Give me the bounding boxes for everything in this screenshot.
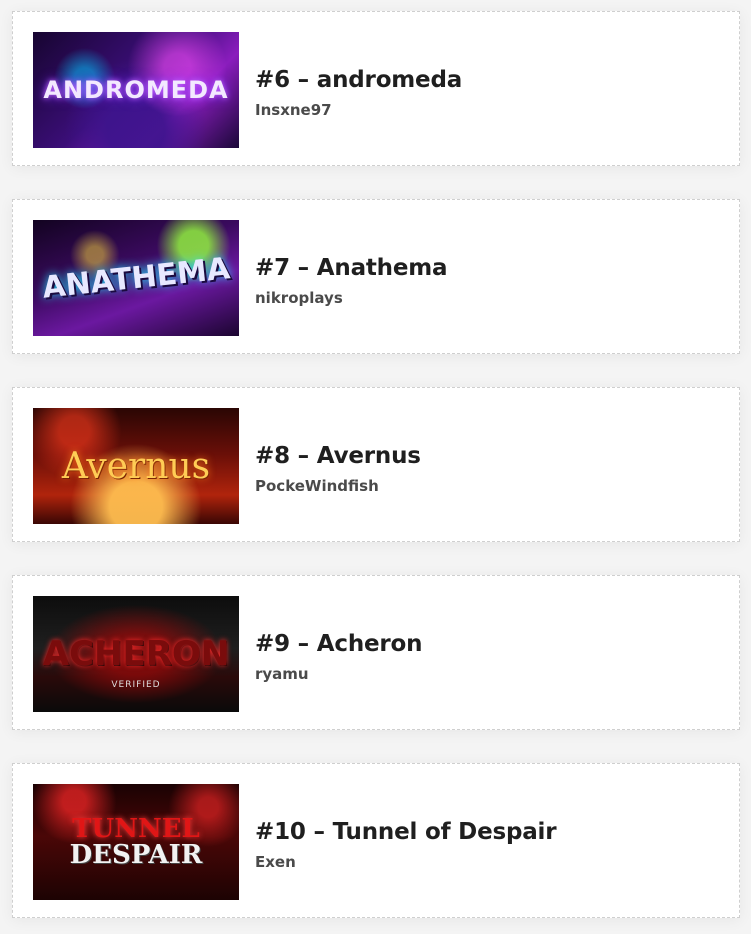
level-thumbnail[interactable]: ANDROMEDA (33, 32, 239, 148)
list-item[interactable]: ANDROMEDA #6 – andromeda Insxne97 (12, 11, 740, 166)
level-thumbnail[interactable]: ANATHEMA (33, 220, 239, 336)
level-thumbnail[interactable]: Avernus (33, 408, 239, 524)
level-thumbnail[interactable]: TUNNEL DESPAIR (33, 784, 239, 900)
level-author: Exen (255, 853, 296, 871)
level-list: ANDROMEDA #6 – andromeda Insxne97 ANATHE… (0, 0, 751, 934)
thumbnail-title-line-2: DESPAIR (69, 840, 203, 870)
thumbnail-title: ANATHEMA (40, 250, 232, 306)
thumbnail-subtitle: VERIFIED (111, 680, 161, 690)
list-item[interactable]: ACHERON VERIFIED #9 – Acheron ryamu (12, 575, 740, 730)
level-author: Insxne97 (255, 101, 332, 119)
level-author: ryamu (255, 665, 309, 683)
list-item[interactable]: ANATHEMA #7 – Anathema nikroplays (12, 199, 740, 354)
level-title[interactable]: #6 – andromeda (255, 67, 462, 93)
level-author: PockeWindfish (255, 477, 379, 495)
list-item[interactable]: TUNNEL DESPAIR #10 – Tunnel of Despair E… (12, 763, 740, 918)
level-title[interactable]: #9 – Acheron (255, 631, 423, 657)
level-title[interactable]: #8 – Avernus (255, 443, 421, 469)
level-thumbnail[interactable]: ACHERON VERIFIED (33, 596, 239, 712)
level-title[interactable]: #7 – Anathema (255, 255, 448, 281)
list-item[interactable]: Avernus #8 – Avernus PockeWindfish (12, 387, 740, 542)
thumbnail-title-line-1: TUNNEL (72, 814, 200, 844)
thumbnail-title: TUNNEL DESPAIR (70, 816, 203, 868)
thumbnail-title: ACHERON (42, 634, 230, 674)
thumbnail-title: Avernus (61, 445, 211, 487)
thumbnail-title: ANDROMEDA (43, 76, 229, 104)
level-title[interactable]: #10 – Tunnel of Despair (255, 819, 557, 845)
level-author: nikroplays (255, 289, 343, 307)
